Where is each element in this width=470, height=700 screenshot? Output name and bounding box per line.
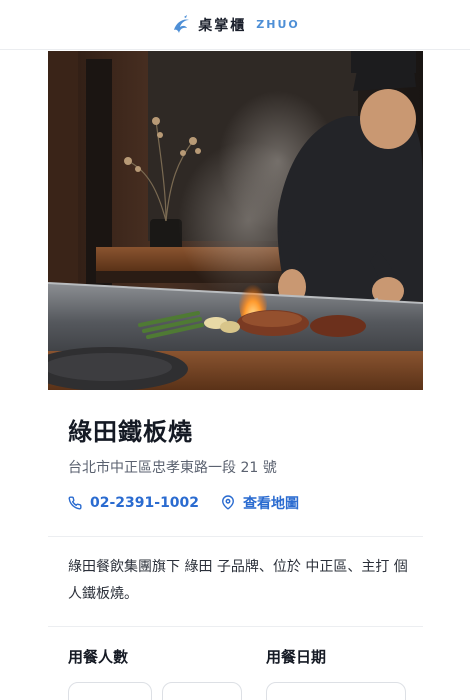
- phone-link[interactable]: 02-2391-1002: [68, 495, 199, 511]
- contact-row: 02-2391-1002 查看地圖: [68, 493, 299, 513]
- map-pin-icon: [221, 495, 235, 511]
- restaurant-name: 綠田鐵板燒: [68, 418, 193, 446]
- brand[interactable]: 桌掌櫃 ZHUO: [170, 14, 299, 36]
- restaurant-description: 綠田餐飲集團旗下 綠田 子品牌、位於 中正區、主打 個人鐵板燒。: [68, 559, 408, 602]
- dining-date-picker[interactable]: [266, 682, 406, 700]
- brand-name-en: ZHUO: [256, 18, 300, 31]
- phone-number: 02-2391-1002: [90, 495, 200, 511]
- party-size-option[interactable]: [68, 682, 152, 700]
- divider: [48, 626, 423, 627]
- party-size-label: 用餐人數: [68, 648, 129, 666]
- phone-icon: [68, 496, 82, 510]
- dragon-logo-icon: [170, 14, 192, 36]
- restaurant-address: 台北市中正區忠孝東路一段 21 號: [68, 460, 277, 476]
- view-map-label: 查看地圖: [243, 496, 300, 512]
- view-map-link[interactable]: 查看地圖: [221, 493, 299, 513]
- divider: [48, 536, 423, 537]
- dining-date-label: 用餐日期: [266, 648, 327, 666]
- hero-image: [48, 51, 423, 390]
- app-header: 桌掌櫃 ZHUO: [0, 0, 470, 50]
- party-size-option[interactable]: [162, 682, 242, 700]
- brand-name-cn: 桌掌櫃: [198, 17, 247, 34]
